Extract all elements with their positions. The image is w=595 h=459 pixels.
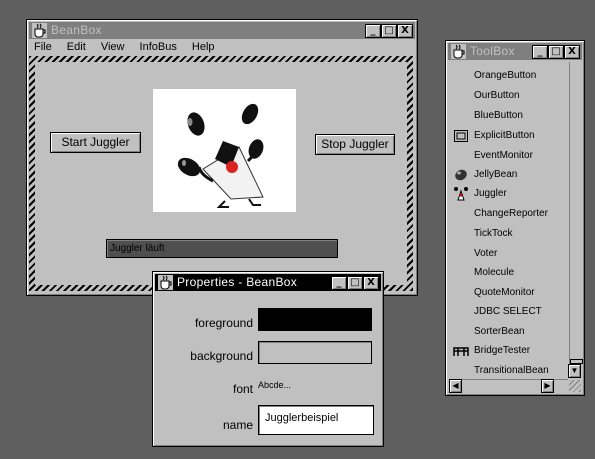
properties-window: Properties - BeanBox _ □ X foreground ba… bbox=[152, 271, 384, 447]
toolbox-item-juggler[interactable]: Juggler bbox=[449, 185, 567, 203]
close-button[interactable]: X bbox=[363, 276, 379, 290]
menu-file[interactable]: File bbox=[34, 41, 52, 53]
explicit-button-icon bbox=[454, 130, 468, 142]
close-button[interactable]: X bbox=[564, 45, 580, 59]
duke-juggler-image bbox=[177, 103, 264, 208]
start-juggler-button[interactable]: Start Juggler bbox=[50, 132, 141, 153]
toolbox-item-bridgetester[interactable]: BridgeTester bbox=[449, 342, 567, 360]
scroll-left-icon[interactable]: ◀ bbox=[449, 379, 462, 393]
scroll-down-icon[interactable]: ▼ bbox=[568, 364, 581, 378]
close-button[interactable]: X bbox=[397, 24, 413, 38]
toolbox-item-ticktock[interactable]: TickTock bbox=[449, 225, 567, 243]
toolbox-item-transitionalbean[interactable]: TransitionalBean bbox=[449, 362, 567, 377]
scroll-right-icon[interactable]: ▶ bbox=[541, 379, 554, 393]
beanbox-window: BeanBox _ □ X File Edit View InfoBus Hel… bbox=[26, 19, 418, 296]
background-color-field[interactable] bbox=[258, 341, 372, 364]
font-value[interactable]: Abcde... bbox=[258, 380, 291, 390]
minimize-button[interactable]: _ bbox=[365, 24, 381, 38]
window-title: BeanBox bbox=[51, 23, 102, 37]
foreground-label: foreground bbox=[194, 316, 253, 330]
coffee-cup-icon bbox=[158, 275, 173, 290]
beanbox-titlebar[interactable]: BeanBox _ □ X bbox=[29, 22, 415, 39]
menu-bar: File Edit View InfoBus Help bbox=[30, 41, 223, 57]
menu-infobus[interactable]: InfoBus bbox=[140, 41, 177, 53]
toolbox-item-bluebutton[interactable]: BlueButton bbox=[449, 107, 567, 125]
stop-juggler-button[interactable]: Stop Juggler bbox=[315, 134, 395, 155]
toolbox-item-jellybean[interactable]: JellyBean bbox=[449, 166, 567, 184]
properties-titlebar[interactable]: Properties - BeanBox _ □ X bbox=[155, 274, 381, 291]
maximize-button[interactable]: □ bbox=[347, 276, 363, 290]
window-title: ToolBox bbox=[470, 44, 515, 58]
maximize-button[interactable]: □ bbox=[381, 24, 397, 38]
window-title: Properties - BeanBox bbox=[177, 275, 298, 289]
juggler-bean[interactable] bbox=[153, 89, 296, 212]
toolbox-list: OrangeButton OurButton BlueButton Explic… bbox=[449, 67, 567, 377]
status-field: Juggler läuft bbox=[106, 239, 338, 258]
juggler-icon bbox=[454, 187, 468, 201]
toolbox-item-sorterbean[interactable]: SorterBean bbox=[449, 323, 567, 341]
toolbox-item-changereporter[interactable]: ChangeReporter bbox=[449, 205, 567, 223]
toolbox-vertical-scrollbar[interactable] bbox=[569, 62, 582, 377]
toolbox-item-molecule[interactable]: Molecule bbox=[449, 264, 567, 282]
coffee-cup-icon bbox=[32, 23, 47, 38]
name-input[interactable]: Jugglerbeispiel bbox=[258, 405, 374, 435]
foreground-color-field[interactable] bbox=[258, 308, 372, 331]
toolbox-item-jdbc-select[interactable]: JDBC SELECT bbox=[449, 303, 567, 321]
minimize-button[interactable]: _ bbox=[532, 45, 548, 59]
menu-view[interactable]: View bbox=[101, 41, 125, 53]
jellybean-icon bbox=[455, 169, 467, 181]
font-label: font bbox=[232, 382, 253, 396]
minimize-button[interactable]: _ bbox=[331, 276, 347, 290]
menu-help[interactable]: Help bbox=[192, 41, 215, 53]
toolbox-item-orangebutton[interactable]: OrangeButton bbox=[449, 67, 567, 85]
menu-edit[interactable]: Edit bbox=[67, 41, 86, 53]
name-label: name bbox=[222, 418, 253, 432]
background-label: background bbox=[190, 349, 253, 363]
toolbox-item-eventmonitor[interactable]: EventMonitor bbox=[449, 147, 567, 165]
bridgetester-icon bbox=[453, 347, 469, 356]
toolbox-titlebar[interactable]: ToolBox _ □ X bbox=[448, 43, 582, 60]
coffee-cup-icon bbox=[451, 44, 466, 59]
toolbox-item-quotemonitor[interactable]: QuoteMonitor bbox=[449, 284, 567, 302]
toolbox-item-ourbutton[interactable]: OurButton bbox=[449, 87, 567, 105]
toolbox-item-explicitbutton[interactable]: ExplicitButton bbox=[449, 127, 567, 145]
resize-grip-icon[interactable] bbox=[569, 380, 581, 392]
toolbox-item-voter[interactable]: Voter bbox=[449, 245, 567, 263]
toolbox-window: ToolBox _ □ X OrangeButton OurButton Blu… bbox=[445, 40, 585, 396]
maximize-button[interactable]: □ bbox=[548, 45, 564, 59]
